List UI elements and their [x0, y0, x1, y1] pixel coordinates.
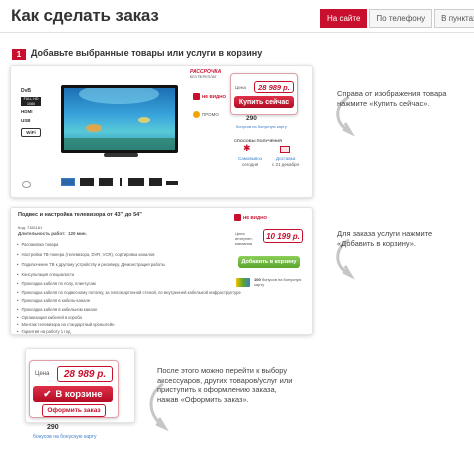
internet-badge-icon: [234, 214, 241, 221]
tab-phone[interactable]: По телефону: [369, 9, 433, 28]
thumbnail-1[interactable]: [61, 178, 75, 186]
usb-icon: USB: [21, 118, 31, 123]
header-divider: [0, 32, 474, 33]
feature-item: Прокладка кабеля в кабельном канале: [17, 307, 97, 312]
delivery-sub: с 21 декабря: [272, 162, 299, 167]
thumbnail-7[interactable]: [166, 181, 178, 185]
cart-price-label: Цена: [35, 371, 50, 377]
pickup-label: Самовывоз: [238, 156, 262, 161]
hint-text-3: После этого можно перейти к выбору аксес…: [157, 366, 293, 404]
in-cart-button[interactable]: ✔ В корзине: [33, 386, 113, 402]
page-root: Как сделать заказ На сайте По телефону В…: [0, 0, 474, 457]
service-bonus: 100 бонусов на бонусную карту: [254, 277, 302, 287]
promo-label-1: НЕ ВИДНО: [202, 94, 226, 99]
thumbnail-strip: [60, 178, 180, 190]
feature-item: Распаковка товара: [17, 242, 58, 247]
hint-text-1: Справа от изображения товара нажмите «Ку…: [337, 89, 447, 108]
product-image[interactable]: [61, 84, 178, 153]
promo-icon-2: [193, 111, 200, 118]
checkout-button[interactable]: Оформить заказ: [42, 404, 106, 417]
delivery-header: СПОСОБЫ ПОЛУЧЕНИЯ: [234, 138, 282, 143]
buy-now-button[interactable]: Купить сейчас: [234, 96, 294, 108]
feature-item: Консультация специалиста: [17, 272, 74, 277]
cart-bonus-text: бонусов на бонусную карту: [33, 434, 97, 440]
thumbnail-4[interactable]: [120, 178, 122, 186]
thumbnail-2[interactable]: [80, 178, 94, 186]
thumbnail-6[interactable]: [149, 178, 162, 186]
feature-item: Гарантия на работу 1 год: [17, 329, 70, 334]
feature-item: Организация кабелей в короба: [17, 315, 81, 320]
tab-bar: На сайте По телефону В пунктах выдачи: [318, 9, 474, 28]
feature-item: Настройка ТВ-тюнера (телевизора, DVR, VC…: [17, 252, 154, 257]
add-to-cart-button[interactable]: Добавить в корзину: [238, 256, 300, 268]
bonus-value: 290: [246, 115, 257, 122]
spec-badges: DvB FULL HD 1080 HDMI USB WiFi: [21, 88, 41, 137]
thumbnail-3[interactable]: [99, 178, 113, 186]
hint-text-2: Для заказа услуги нажмите «Добавить в ко…: [337, 229, 433, 248]
tv-stand: [104, 153, 138, 157]
step-title: Добавьте выбранные товары или услуги в к…: [31, 48, 263, 58]
service-price: 10 199 р.: [263, 229, 303, 243]
promo-label-2: ПРОМО: [202, 112, 219, 117]
tab-pickup-points[interactable]: В пунктах выдачи: [434, 9, 474, 28]
checkmark-icon: ✔: [43, 388, 52, 400]
delivery-label: Доставка: [276, 156, 296, 161]
thumbnail-5[interactable]: [128, 178, 144, 186]
duration-label: Длительность работ:: [18, 231, 66, 236]
tab-online[interactable]: На сайте: [320, 9, 368, 28]
bonus-card-icon: [236, 278, 250, 287]
cart-bonus-value: 290: [47, 424, 59, 431]
promo-icon-1: [193, 93, 200, 100]
duration-value: 120 мин.: [68, 231, 87, 236]
delivery-icon: [280, 146, 290, 153]
dvb-icon: DvB: [21, 88, 32, 94]
step-number-badge: 1: [12, 49, 26, 60]
full-hd-icon: FULL HD 1080: [21, 97, 41, 106]
price-label: Цена: [235, 85, 246, 90]
product-price: 28 989 р.: [254, 81, 294, 93]
installment-badge: РАССРОЧКА БЕЗ ПЕРЕПЛАТ: [190, 69, 222, 79]
service-code: Код: 7381161: [18, 225, 43, 230]
pickup-sub: сегодня: [242, 162, 259, 167]
feature-item: Прокладка кабеля в кабель-канале: [17, 298, 90, 303]
cart-price: 28 989 р.: [57, 366, 113, 382]
wifi-icon: WiFi: [21, 128, 41, 137]
bonus-text: бонусов на бонусную карту: [236, 124, 287, 129]
buy-box: [230, 73, 298, 115]
tv-screen-image: [64, 84, 175, 150]
feature-item: Монтаж телевизора на стандартный кронште…: [17, 322, 114, 327]
pickup-icon: ✱: [243, 143, 251, 153]
feature-item: Подключение ТВ к другому устройству и ре…: [17, 262, 165, 267]
service-title: Подвес и настройка телевизора от 43" до …: [18, 212, 142, 218]
cert-icon: [22, 181, 31, 188]
internet-badge: НЕ ВИДНО: [243, 215, 267, 220]
page-title: Как сделать заказ: [11, 6, 159, 25]
feature-item: Прокладка кабеля по полу, плинтусам: [17, 281, 95, 286]
underwater-scene-image: [64, 84, 175, 150]
hdmi-icon: HDMI: [21, 109, 33, 114]
internet-price-label: Цена интернет-магазина: [235, 231, 254, 246]
feature-item: Прокладка кабеля по подвесному потолку, …: [17, 290, 240, 295]
